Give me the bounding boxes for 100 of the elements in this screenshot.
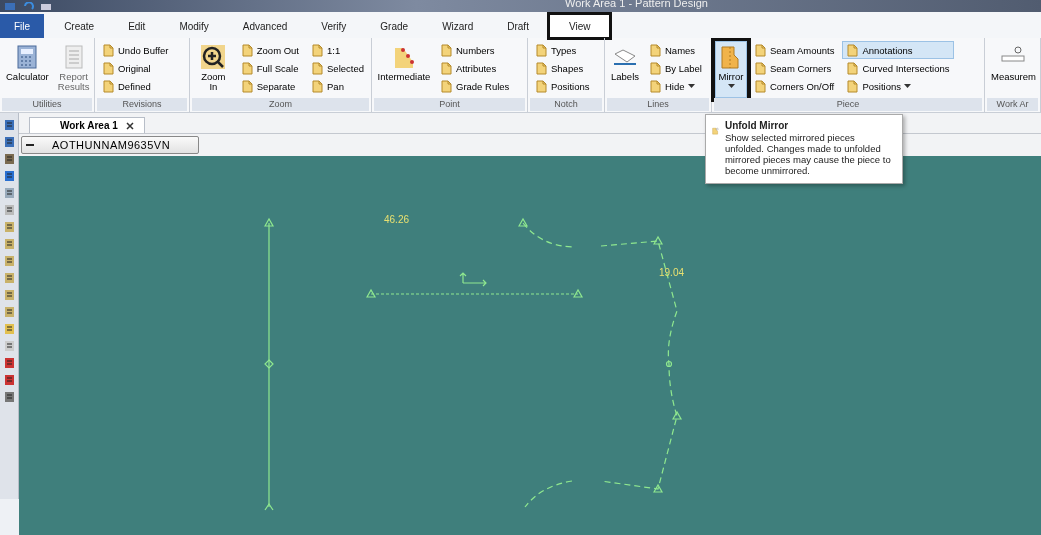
tooltip-text: Show selected mirrored pieces unfolded. Changes made to unfolded mirrored pieces may cause the piece to become unmirrored. — [724, 133, 892, 177]
tool-icon[interactable] — [3, 204, 15, 216]
ribbon-button[interactable]: By Label — [645, 59, 706, 77]
tool-icon[interactable] — [3, 221, 15, 233]
save-icon — [4, 1, 16, 11]
menu-tab[interactable]: Grade — [366, 14, 423, 38]
magnifier-plus-icon — [200, 44, 227, 70]
tool-icon[interactable] — [3, 119, 15, 131]
ribbon-button[interactable]: Shapes — [531, 59, 594, 77]
tool-icon[interactable] — [3, 289, 15, 301]
page-icon — [649, 61, 662, 75]
dash-icon — [26, 143, 34, 147]
ribbon-button[interactable]: Calculator — [3, 41, 52, 98]
ribbon-button[interactable]: Full Scale — [236, 59, 303, 77]
tool-icon[interactable] — [3, 357, 15, 369]
ribbon-button[interactable]: Undo Buffer — [98, 41, 173, 59]
tool-icon[interactable] — [3, 391, 15, 403]
page-icon — [754, 61, 767, 75]
measurement-label: 46.26 — [384, 214, 410, 225]
tool-icon[interactable] — [3, 255, 15, 267]
page-icon — [754, 79, 767, 93]
group-label: Revisions — [97, 98, 187, 111]
tool-icon[interactable] — [3, 306, 15, 318]
page-icon — [846, 61, 860, 75]
ribbon-button[interactable]: Names — [645, 41, 706, 59]
ribbon-button[interactable]: Positions — [531, 77, 594, 95]
ribbon-button[interactable]: Zoom Out — [236, 41, 303, 59]
tool-icon[interactable] — [3, 340, 15, 352]
group-label: Lines — [607, 98, 709, 111]
work-area-tab[interactable]: Work Area 1 — [29, 117, 145, 133]
ribbon-button[interactable]: Defined — [98, 77, 173, 95]
close-icon[interactable] — [125, 121, 134, 130]
menu-tab[interactable]: Advanced — [228, 14, 302, 38]
piece-selector[interactable]: AOTHUNNAM9635VN — [21, 136, 199, 154]
tool-icon[interactable] — [3, 170, 15, 182]
tool-icon[interactable] — [3, 374, 15, 386]
tool-icon[interactable] — [3, 238, 15, 250]
menu-tab[interactable]: Verify — [307, 14, 361, 38]
undo-icon — [22, 1, 34, 11]
ribbon-button[interactable]: Labels — [608, 41, 642, 98]
caret-icon — [727, 83, 735, 89]
page-icon — [440, 61, 453, 75]
caret-icon — [687, 83, 695, 89]
group-label: Work Ar — [987, 98, 1038, 111]
measurement-label: 19.04 — [659, 267, 685, 278]
page-icon — [649, 43, 662, 57]
ribbon-button[interactable]: Selected — [307, 59, 368, 77]
group-label: Notch — [530, 98, 602, 111]
group-label: Zoom — [192, 98, 369, 111]
ribbon-button[interactable]: Intermediate — [375, 41, 433, 98]
ribbon-button[interactable]: Attributes — [436, 59, 514, 77]
page-icon — [440, 43, 453, 57]
ribbon-button[interactable]: Positions — [842, 77, 954, 95]
ribbon-button[interactable]: Zoom In — [193, 41, 234, 98]
window-title: Work Area 1 - Pattern Design — [565, 0, 708, 9]
menu-tab[interactable]: Create — [50, 14, 109, 38]
group-label: Point — [374, 98, 525, 111]
ribbon-button[interactable]: Annotations — [842, 41, 954, 59]
menu-tab[interactable]: File — [0, 14, 45, 38]
page-icon — [440, 79, 453, 93]
tool-icon[interactable] — [3, 272, 15, 284]
group-label: Utilities — [2, 98, 92, 111]
page-icon — [102, 43, 115, 57]
menu-tab[interactable]: View — [548, 14, 611, 38]
tool-icon[interactable] — [3, 323, 15, 335]
page-icon — [240, 43, 254, 57]
menu-tab[interactable]: Edit — [114, 14, 160, 38]
ribbon-button[interactable]: Seam Amounts — [750, 41, 839, 59]
page-icon — [311, 61, 324, 75]
page-icon — [311, 79, 324, 93]
ribbon-button[interactable]: Seam Corners — [750, 59, 839, 77]
page-icon — [311, 43, 324, 57]
tool-icon[interactable] — [3, 187, 15, 199]
page-icon — [846, 79, 860, 93]
ribbon-button[interactable]: Corners On/Off — [750, 77, 839, 95]
page-icon — [535, 79, 548, 93]
page-icon — [754, 43, 767, 57]
ribbon-button[interactable]: Pan — [307, 77, 368, 95]
ribbon-button[interactable]: Separate — [236, 77, 303, 95]
page-icon — [240, 79, 254, 93]
ribbon-button[interactable]: Hide — [645, 77, 706, 95]
page-icon — [649, 79, 662, 93]
group-label: Piece — [714, 98, 982, 111]
tooltip-title: Unfold Mirror — [724, 120, 790, 131]
page-icon — [102, 79, 115, 93]
page-icon — [102, 61, 115, 75]
ribbon-button[interactable]: 1:1 — [307, 41, 368, 59]
ribbon-button[interactable]: Grade Rules — [436, 77, 514, 95]
ribbon-button[interactable]: Numbers — [436, 41, 514, 59]
menu-tab[interactable]: Modify — [165, 14, 223, 38]
page-icon — [535, 43, 548, 57]
ribbon-button[interactable]: Original — [98, 59, 173, 77]
menu-tab[interactable]: Draft — [493, 14, 543, 38]
tool-icon[interactable] — [3, 136, 15, 148]
ribbon-button[interactable]: Types — [531, 41, 594, 59]
tool-icon[interactable] — [3, 153, 15, 165]
page-icon — [240, 61, 254, 75]
ribbon-button[interactable]: Curved Intersections — [842, 59, 954, 77]
menu-tab[interactable]: Wizard — [428, 14, 488, 38]
ribbon-button[interactable]: Measurem — [988, 41, 1039, 98]
